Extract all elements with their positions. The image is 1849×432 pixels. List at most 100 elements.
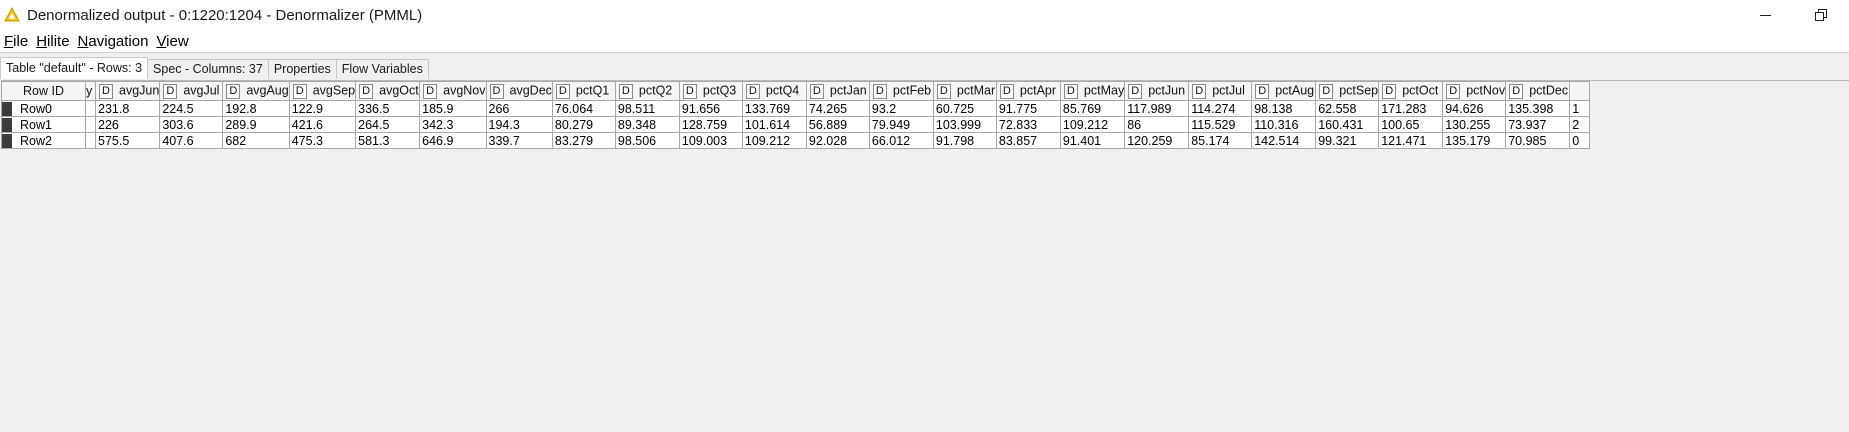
table-cell-cut-off[interactable]: 1 [1569,100,1591,117]
column-header-avgOct[interactable]: DavgOct [355,81,421,101]
table-cell[interactable]: 103.999 [932,116,997,133]
table-cell[interactable]: 85.769 [1059,100,1126,117]
row-id-cell[interactable]: Row2 [1,132,86,149]
table-cell[interactable]: 289.9 [222,116,290,133]
rowid-header[interactable]: Row ID [1,81,86,101]
table-cell[interactable]: 192.8 [222,100,290,117]
table-cell[interactable]: 80.279 [551,116,616,133]
partial-column-cell[interactable] [85,116,96,133]
table-cell[interactable]: 117.989 [1124,100,1190,117]
table-cell[interactable]: 128.759 [678,116,743,133]
tab-flow-variables[interactable]: Flow Variables [335,59,429,79]
table-cell[interactable]: 56.889 [805,116,870,133]
table-cell[interactable]: 226 [94,116,161,133]
table-cell[interactable]: 185.9 [419,100,487,117]
table-cell[interactable]: 109.003 [678,132,743,149]
table-cell[interactable]: 303.6 [159,116,224,133]
table-cell[interactable]: 336.5 [355,100,421,117]
table-cell[interactable]: 83.279 [551,132,616,149]
table-cell[interactable]: 682 [222,132,290,149]
column-header-pctMay[interactable]: DpctMay [1059,81,1126,101]
partial-column-cell[interactable] [85,100,96,117]
data-table-area[interactable]: Row ID y DavgJun DavgJul DavgAug DavgSep DavgO… [1,80,1849,432]
table-cell[interactable]: 646.9 [419,132,487,149]
column-header-pctFeb[interactable]: DpctFeb [868,81,934,101]
minimize-button[interactable] [1737,0,1793,30]
column-header-avgSep[interactable]: DavgSep [288,81,357,101]
table-cell[interactable]: 89.348 [614,116,680,133]
table-cell[interactable]: 115.529 [1188,116,1253,133]
restore-button[interactable] [1793,0,1849,30]
table-cell[interactable]: 121.471 [1378,132,1444,149]
column-header-avgNov[interactable]: DavgNov [419,81,487,101]
table-cell[interactable]: 73.937 [1505,116,1571,133]
table-cell[interactable]: 264.5 [355,116,421,133]
table-cell[interactable]: 85.174 [1188,132,1253,149]
table-cell[interactable]: 98.511 [614,100,680,117]
table-cell[interactable]: 74.265 [805,100,870,117]
table-cell[interactable]: 83.857 [995,132,1061,149]
table-row[interactable]: Row0 231.8 224.5 192.8 122.9 336.5 185.9 266 76.… [1,100,1591,117]
table-cell[interactable]: 135.398 [1505,100,1571,117]
row-id-cell[interactable]: Row0 [1,100,86,117]
column-header-pctMar[interactable]: DpctMar [932,81,997,101]
table-cell[interactable]: 98.138 [1251,100,1317,117]
table-cell[interactable]: 72.833 [995,116,1061,133]
table-cell[interactable]: 62.558 [1315,100,1380,117]
table-cell[interactable]: 339.7 [485,132,553,149]
table-cell[interactable]: 100.65 [1378,116,1444,133]
column-header-pctNov[interactable]: DpctNov [1442,81,1507,101]
table-cell[interactable]: 101.614 [741,116,807,133]
table-cell[interactable]: 60.725 [932,100,997,117]
table-cell[interactable]: 130.255 [1442,116,1507,133]
column-header-pctQ2[interactable]: DpctQ2 [614,81,680,101]
tab-spec[interactable]: Spec - Columns: 37 [147,59,269,79]
table-cell[interactable]: 91.401 [1059,132,1126,149]
table-cell[interactable]: 133.769 [741,100,807,117]
table-cell[interactable]: 91.656 [678,100,743,117]
table-cell[interactable]: 342.3 [419,116,487,133]
table-cell[interactable]: 581.3 [355,132,421,149]
table-cell[interactable]: 109.212 [1059,116,1126,133]
column-header-avgJul[interactable]: DavgJul [159,81,224,101]
column-header-pctDec[interactable]: DpctDec [1505,81,1571,101]
partial-column-cell[interactable] [85,132,96,149]
column-header-avgDec[interactable]: DavgDec [485,81,553,101]
table-cell[interactable]: 91.798 [932,132,997,149]
table-cell[interactable]: 79.949 [868,116,934,133]
table-cell-cut-off[interactable]: 0 [1569,132,1591,149]
table-cell[interactable]: 94.626 [1442,100,1507,117]
column-header-pctJul[interactable]: DpctJul [1188,81,1253,101]
table-cell[interactable]: 122.9 [288,100,357,117]
table-cell[interactable]: 575.5 [94,132,161,149]
table-cell[interactable]: 70.985 [1505,132,1571,149]
table-cell[interactable]: 91.775 [995,100,1061,117]
column-header-avgJun[interactable]: DavgJun [94,81,161,101]
table-cell[interactable]: 76.064 [551,100,616,117]
column-header-cut-off[interactable] [1569,81,1591,101]
table-cell[interactable]: 114.274 [1188,100,1253,117]
table-cell[interactable]: 475.3 [288,132,357,149]
table-cell[interactable]: 120.259 [1124,132,1190,149]
table-cell[interactable]: 92.028 [805,132,870,149]
column-header-pctSep[interactable]: DpctSep [1315,81,1380,101]
table-cell[interactable]: 66.012 [868,132,934,149]
table-cell[interactable]: 407.6 [159,132,224,149]
table-cell[interactable]: 135.179 [1442,132,1507,149]
menu-hilite[interactable]: Hilite [32,33,73,50]
partial-column-header[interactable]: y [85,81,96,101]
table-cell[interactable]: 160.431 [1315,116,1380,133]
table-cell[interactable]: 142.514 [1251,132,1317,149]
table-cell[interactable]: 224.5 [159,100,224,117]
menu-view[interactable]: View [152,33,192,50]
column-header-pctQ1[interactable]: DpctQ1 [551,81,616,101]
menu-file[interactable]: File [0,33,32,50]
table-row[interactable]: Row2 575.5 407.6 682 475.3 581.3 646.9 339.7 83.… [1,132,1591,149]
column-header-pctQ4[interactable]: DpctQ4 [741,81,807,101]
table-cell[interactable]: 194.3 [485,116,553,133]
table-cell[interactable]: 93.2 [868,100,934,117]
table-cell[interactable]: 109.212 [741,132,807,149]
tab-table[interactable]: Table "default" - Rows: 3 [0,57,149,79]
column-header-avgAug[interactable]: DavgAug [222,81,290,101]
table-cell[interactable]: 86 [1124,116,1190,133]
